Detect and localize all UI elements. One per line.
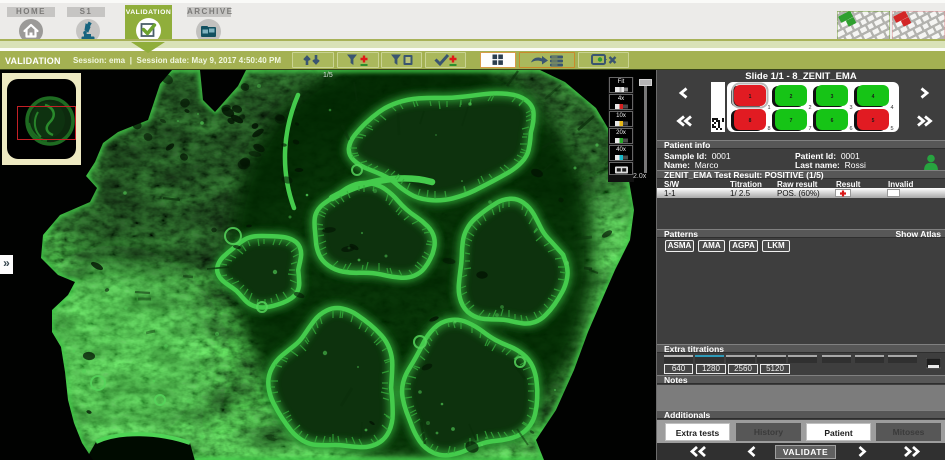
svg-text:3: 3 [850,105,853,111]
svg-text:5: 5 [891,126,894,132]
svg-text:8: 8 [768,126,771,132]
svg-text:2: 2 [790,94,793,100]
svg-text:7: 7 [809,126,812,132]
svg-text:7: 7 [790,118,793,124]
svg-text:6: 6 [850,126,853,132]
svg-text:4: 4 [891,105,894,111]
svg-text:2: 2 [809,105,812,111]
svg-text:3: 3 [831,94,834,100]
svg-text:5: 5 [872,118,875,124]
svg-text:4: 4 [872,94,875,100]
svg-text:8: 8 [749,118,752,124]
svg-text:6: 6 [831,118,834,124]
svg-text:1: 1 [749,94,752,100]
svg-text:1: 1 [768,105,771,111]
